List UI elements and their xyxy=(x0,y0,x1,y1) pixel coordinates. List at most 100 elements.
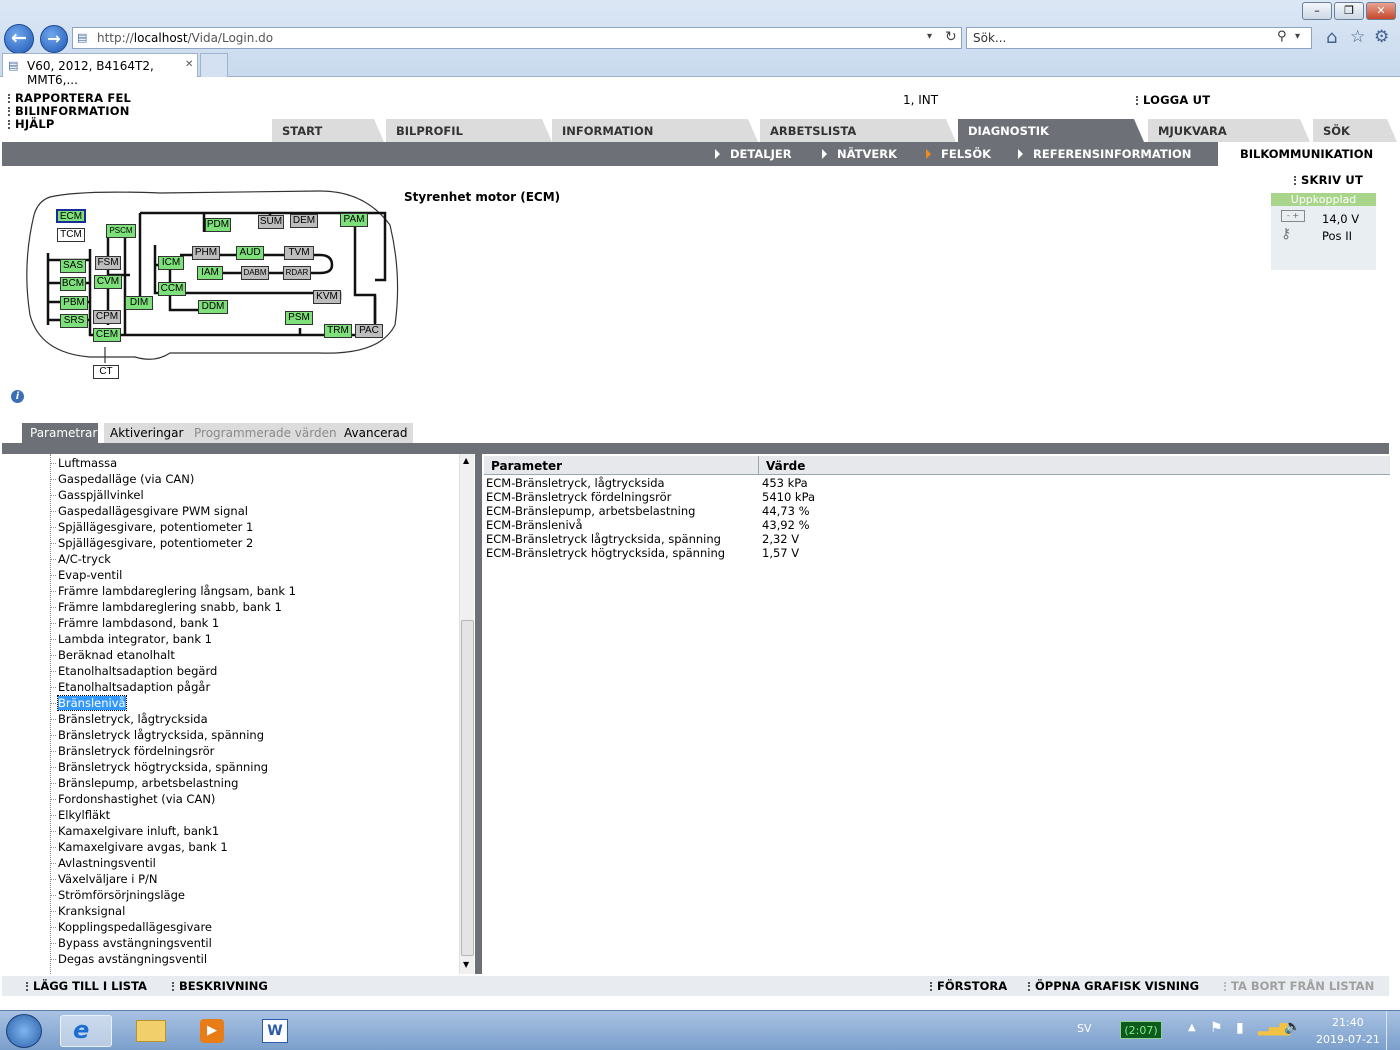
explorer-taskbar-button[interactable] xyxy=(124,1015,176,1047)
subnav-felsok[interactable]: FELSÖK xyxy=(926,147,991,161)
node-cem[interactable]: CEM xyxy=(93,328,121,342)
node-dabm[interactable]: DABM xyxy=(241,266,269,280)
parameter-list-item[interactable]: Lambda integrator, bank 1 xyxy=(50,632,212,646)
node-icm[interactable]: ICM xyxy=(158,256,184,270)
node-sum[interactable]: SUM xyxy=(258,215,284,229)
dropdown-icon[interactable]: ▾ xyxy=(927,31,932,42)
search-input[interactable]: Sök... xyxy=(973,31,1006,45)
subnav-bilkommunikation[interactable]: BILKOMMUNIKATION xyxy=(1218,142,1389,166)
word-taskbar-button[interactable]: W xyxy=(248,1015,300,1047)
parameter-list-item[interactable]: Spjällägesgivare, potentiometer 2 xyxy=(50,536,253,550)
parameter-list-item[interactable]: Luftmassa xyxy=(50,456,117,470)
node-ct[interactable]: CT xyxy=(93,365,119,379)
clock-time[interactable]: 21:40 xyxy=(1332,1016,1364,1029)
node-dim[interactable]: DIM xyxy=(125,296,153,310)
open-graphic-view-button[interactable]: ÖPPNA GRAFISK VISNING xyxy=(1028,979,1199,993)
node-kvm[interactable]: KVM xyxy=(313,290,341,304)
node-ccm[interactable]: CCM xyxy=(158,282,186,296)
node-ddm[interactable]: DDM xyxy=(198,300,228,314)
tab-arbetslista[interactable]: ARBETSLISTA xyxy=(760,119,956,142)
language-indicator[interactable]: SV xyxy=(1077,1022,1092,1035)
battery-timer[interactable]: (2:07) xyxy=(1120,1021,1162,1039)
node-pdm[interactable]: PDM xyxy=(205,218,231,232)
info-icon[interactable]: i xyxy=(11,390,24,403)
parameter-list-item[interactable]: Bränslenivå xyxy=(50,695,127,711)
back-button[interactable]: ← xyxy=(4,24,34,54)
parameter-list-item[interactable]: Växelväljare i P/N xyxy=(50,872,158,886)
node-ecm[interactable]: ECM xyxy=(56,209,86,223)
tab-start[interactable]: START xyxy=(272,119,384,142)
close-window-button[interactable]: ✕ xyxy=(1366,2,1396,20)
node-fsm[interactable]: FSM xyxy=(95,256,121,270)
description-button[interactable]: BESKRIVNING xyxy=(172,979,268,993)
home-icon[interactable]: ⌂ xyxy=(1326,27,1337,48)
parameter-list-item[interactable]: Kamaxelgivare avgas, bank 1 xyxy=(50,840,228,854)
forward-button[interactable]: → xyxy=(40,25,68,53)
start-button[interactable] xyxy=(6,1014,42,1048)
parameter-list-item[interactable]: Gaspedalläge (via CAN) xyxy=(50,472,194,486)
tray-expand-icon[interactable]: ▲ xyxy=(1188,1022,1196,1033)
column-header-parameter[interactable]: Parameter xyxy=(491,459,562,473)
settings-gear-icon[interactable]: ⚙ xyxy=(1374,27,1389,47)
parameter-list-item[interactable]: Spjällägesgivare, potentiometer 1 xyxy=(50,520,253,534)
table-row[interactable]: ECM-Bränslenivå 43,92 % xyxy=(486,518,810,532)
node-trm[interactable]: TRM xyxy=(324,324,352,338)
parameter-list-item[interactable]: Degas avstängningsventil xyxy=(50,952,207,966)
tab-avancerad[interactable]: Avancerad xyxy=(338,423,414,443)
parameter-list-item[interactable]: Bränsletryck, lågtrycksida xyxy=(50,712,208,726)
parameter-list-item[interactable]: Etanolhaltsadaption pågår xyxy=(50,680,210,694)
parameter-list-item[interactable]: Fordonshastighet (via CAN) xyxy=(50,792,215,806)
table-row[interactable]: ECM-Bränsletryck, lågtrycksida 453 kPa xyxy=(486,476,808,490)
node-sas[interactable]: SAS xyxy=(60,259,86,273)
node-pbm[interactable]: PBM xyxy=(60,296,88,310)
pane-divider[interactable] xyxy=(475,454,482,974)
url-text[interactable]: http://localhost/Vida/Login.do xyxy=(97,31,273,45)
parameter-list-item[interactable]: Gaspedallägesgivare PWM signal xyxy=(50,504,248,518)
parameter-list-item[interactable]: Bränsletryck fördelningsrör xyxy=(50,744,214,758)
refresh-icon[interactable]: ↻ xyxy=(945,29,957,45)
favorites-icon[interactable]: ☆ xyxy=(1350,27,1365,47)
parameter-list-item[interactable]: Elkylfläkt xyxy=(50,808,110,822)
tab-information[interactable]: INFORMATION xyxy=(552,119,758,142)
tab-diagnostik[interactable]: DIAGNOSTIK xyxy=(958,119,1144,142)
parameter-list-item[interactable]: A/C-tryck xyxy=(50,552,111,566)
search-icon[interactable]: ⚲ xyxy=(1277,29,1287,44)
node-pscm[interactable]: PSCM xyxy=(106,224,136,238)
subnav-detaljer[interactable]: DETALJER xyxy=(715,147,792,161)
parameter-list-item[interactable]: Kranksignal xyxy=(50,904,125,918)
battery-tray-icon[interactable]: ▮ xyxy=(1236,1020,1244,1036)
node-cpm[interactable]: CPM xyxy=(93,310,121,324)
search-dropdown-icon[interactable]: ▾ xyxy=(1295,31,1300,42)
node-pam[interactable]: PAM xyxy=(340,213,368,227)
tab-aktiveringar[interactable]: Aktiveringar xyxy=(104,423,190,443)
clock-date[interactable]: 2019-07-21 xyxy=(1316,1033,1380,1046)
action-center-flag-icon[interactable]: ⚑ xyxy=(1210,1020,1223,1036)
browser-tab[interactable]: ▤ V60, 2012, B4164T2, MMT6,... ✕ xyxy=(2,53,198,87)
parameter-list-item[interactable]: Bränslepump, arbetsbelastning xyxy=(50,776,238,790)
print-link[interactable]: SKRIV UT xyxy=(1294,173,1363,187)
ie-taskbar-button[interactable]: e xyxy=(60,1015,112,1047)
parameter-list-item[interactable]: Främre lambdareglering snabb, bank 1 xyxy=(50,600,282,614)
scroll-thumb[interactable] xyxy=(461,620,474,956)
help-link[interactable]: HJÄLP xyxy=(8,118,131,131)
new-tab-button[interactable] xyxy=(200,53,228,77)
tab-close-icon[interactable]: ✕ xyxy=(185,59,193,70)
maximize-button[interactable]: ❐ xyxy=(1334,2,1364,20)
column-header-value[interactable]: Värde xyxy=(766,459,805,473)
search-box[interactable]: Sök... ⚲ ▾ xyxy=(966,27,1312,49)
parameter-list-item[interactable]: Strömförsörjningsläge xyxy=(50,888,185,902)
node-psm[interactable]: PSM xyxy=(285,311,313,325)
parameter-list-item[interactable]: Kopplingspedallägesgivare xyxy=(50,920,212,934)
tab-bilprofil[interactable]: BILPROFIL xyxy=(386,119,552,142)
table-row[interactable]: ECM-Bränslepump, arbetsbelastning 44,73 % xyxy=(486,504,810,518)
tab-mjukvara[interactable]: MJUKVARA xyxy=(1148,119,1310,142)
address-bar[interactable]: ▤ http://localhost/Vida/Login.do ▾ ↻ xyxy=(72,27,962,49)
node-dem[interactable]: DEM xyxy=(290,214,318,228)
scroll-down-icon[interactable]: ▼ xyxy=(463,960,469,969)
show-desktop-button[interactable] xyxy=(1386,1011,1400,1050)
parameter-list-item[interactable]: Kamaxelgivare inluft, bank1 xyxy=(50,824,219,838)
parameter-list-item[interactable]: Bränsletryck högtrycksida, spänning xyxy=(50,760,268,774)
minimize-button[interactable]: – xyxy=(1302,2,1332,20)
list-scrollbar[interactable]: ▲ ▼ xyxy=(459,454,474,974)
node-cvm[interactable]: CVM xyxy=(94,275,122,289)
